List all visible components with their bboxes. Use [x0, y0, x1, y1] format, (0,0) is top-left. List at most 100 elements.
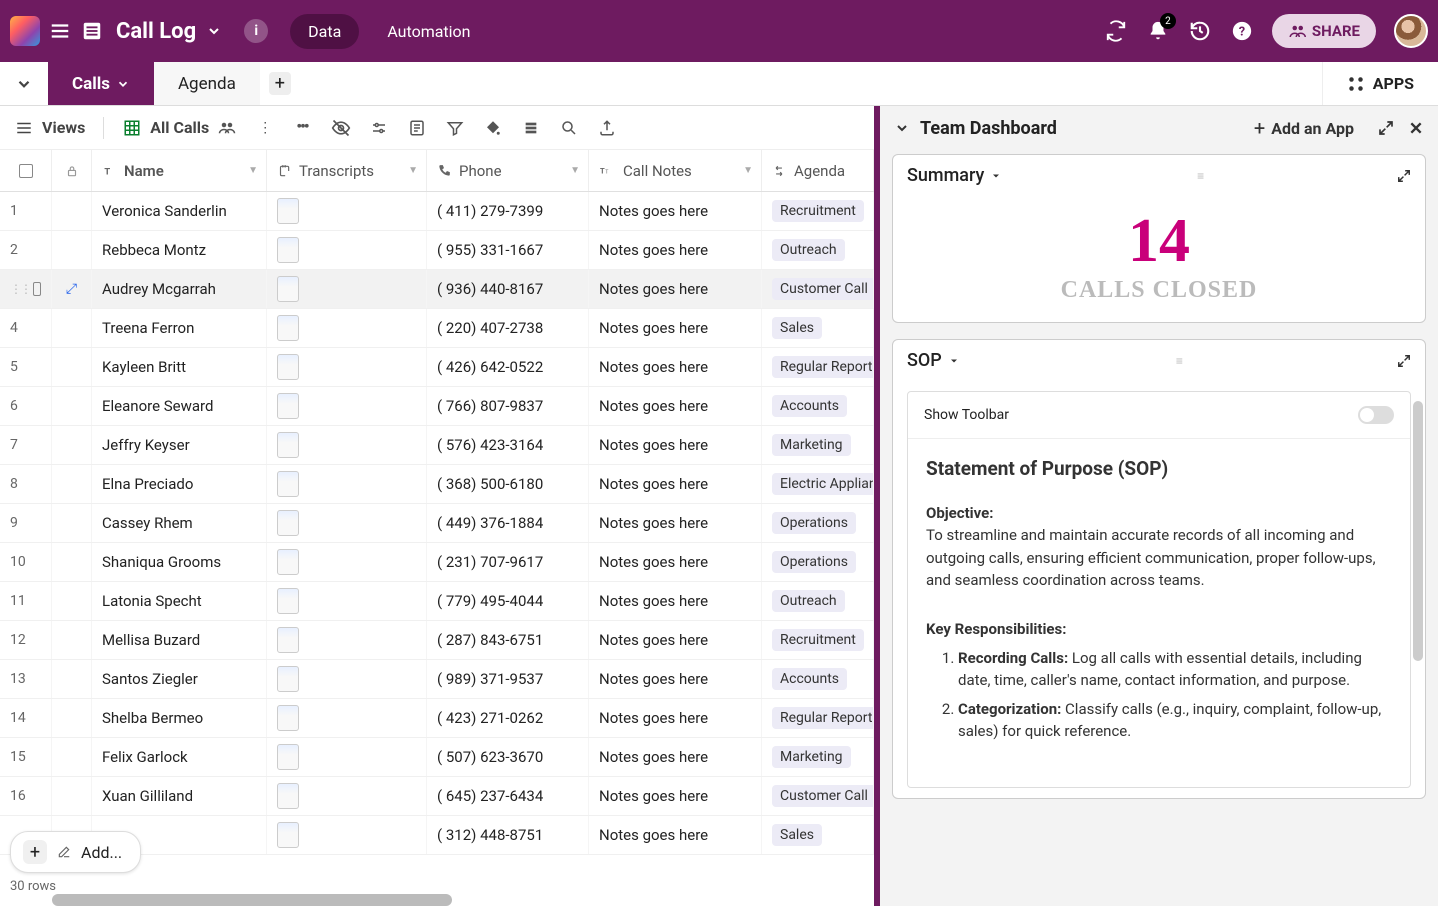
cell-phone[interactable]: ( 766) 807-9837	[427, 387, 589, 425]
app-logo-icon[interactable]	[10, 16, 40, 46]
cell-name[interactable]: Latonia Specht	[92, 582, 267, 620]
help-icon[interactable]: ?	[1230, 19, 1254, 43]
row-lock[interactable]	[52, 699, 92, 737]
table-row[interactable]: 13Santos Ziegler( 989) 371-9537Notes goe…	[0, 660, 874, 699]
cell-agenda[interactable]: Outreach	[762, 582, 874, 620]
cell-phone[interactable]: ( 287) 843-6751	[427, 621, 589, 659]
cell-agenda[interactable]: Customer Call	[762, 777, 874, 815]
row-index[interactable]: 12	[0, 621, 52, 659]
row-lock[interactable]	[52, 348, 92, 386]
doc-icon[interactable]	[277, 627, 299, 653]
expand-row-icon[interactable]: ⤢	[66, 281, 77, 297]
table-row[interactable]: 7Jeffry Keyser( 576) 423-3164Notes goes …	[0, 426, 874, 465]
cell-phone[interactable]: ( 936) 440-8167	[427, 270, 589, 308]
hamburger-icon[interactable]	[48, 19, 72, 43]
cell-name[interactable]: Kayleen Britt	[92, 348, 267, 386]
cell-name[interactable]: Audrey Mcgarrah	[92, 270, 267, 308]
table-row[interactable]: 14Shelba Bermeo( 423) 271-0262Notes goes…	[0, 699, 874, 738]
cell-transcripts[interactable]	[267, 309, 427, 347]
row-index[interactable]: 13	[0, 660, 52, 698]
cell-notes[interactable]: Notes goes here	[589, 387, 762, 425]
sop-scrollbar[interactable]	[1413, 401, 1423, 661]
cell-notes[interactable]: Notes goes here	[589, 192, 762, 230]
cell-transcripts[interactable]	[267, 231, 427, 269]
adjust-icon[interactable]	[369, 118, 389, 138]
bell-icon[interactable]: 2	[1146, 19, 1170, 43]
doc-icon[interactable]	[277, 276, 299, 302]
table-row[interactable]: 9Cassey Rhem( 449) 376-1884Notes goes he…	[0, 504, 874, 543]
column-agenda[interactable]: Agenda	[762, 150, 874, 191]
doc-icon[interactable]	[277, 315, 299, 341]
filter-icon[interactable]	[445, 118, 465, 138]
row-lock[interactable]	[52, 543, 92, 581]
cell-notes[interactable]: Notes goes here	[589, 816, 762, 854]
row-index[interactable]: 2	[0, 231, 52, 269]
cell-agenda[interactable]: Sales	[762, 309, 874, 347]
cell-name[interactable]: Shelba Bermeo	[92, 699, 267, 737]
cell-name[interactable]: Cassey Rhem	[92, 504, 267, 542]
cell-agenda[interactable]: Accounts	[762, 387, 874, 425]
row-index[interactable]: 8	[0, 465, 52, 503]
cell-notes[interactable]: Notes goes here	[589, 543, 762, 581]
table-row[interactable]: 6Eleanore Seward( 766) 807-9837Notes goe…	[0, 387, 874, 426]
doc-icon[interactable]	[277, 549, 299, 575]
cell-agenda[interactable]: Customer Call	[762, 270, 874, 308]
doc-icon[interactable]	[277, 237, 299, 263]
row-index[interactable]: 9	[0, 504, 52, 542]
table-row[interactable]: 11Latonia Specht( 779) 495-4044Notes goe…	[0, 582, 874, 621]
cell-name[interactable]: Veronica Sanderlin	[92, 192, 267, 230]
column-phone[interactable]: Phone▼	[427, 150, 589, 191]
drag-handle-icon[interactable]: ≡	[1197, 169, 1202, 183]
cell-transcripts[interactable]	[267, 699, 427, 737]
doc-icon[interactable]	[277, 354, 299, 380]
cell-agenda[interactable]: Operations	[762, 543, 874, 581]
show-toolbar-toggle[interactable]	[1358, 406, 1394, 424]
row-height-icon[interactable]	[521, 118, 541, 138]
cell-notes[interactable]: Notes goes here	[589, 270, 762, 308]
kebab-icon[interactable]: ⋮	[255, 118, 275, 138]
collapse-side-icon[interactable]	[894, 120, 910, 136]
tab-agenda[interactable]: Agenda	[154, 62, 260, 105]
row-index[interactable]: 16	[0, 777, 52, 815]
doc-icon[interactable]	[277, 705, 299, 731]
row-index[interactable]: 11	[0, 582, 52, 620]
doc-icon[interactable]	[277, 510, 299, 536]
row-lock[interactable]	[52, 777, 92, 815]
doc-icon[interactable]	[277, 744, 299, 770]
cell-name[interactable]: Jeffry Keyser	[92, 426, 267, 464]
cell-transcripts[interactable]	[267, 426, 427, 464]
row-lock[interactable]	[52, 621, 92, 659]
workspace-title[interactable]: Call Log	[116, 19, 196, 44]
data-tab-button[interactable]: Data	[290, 14, 359, 49]
column-name[interactable]: T Name▼	[92, 150, 267, 191]
form-icon[interactable]	[407, 118, 427, 138]
table-row[interactable]: 2Rebbeca Montz( 955) 331-1667Notes goes …	[0, 231, 874, 270]
table-row[interactable]: 10Shaniqua Grooms( 231) 707-9617Notes go…	[0, 543, 874, 582]
row-lock[interactable]	[52, 231, 92, 269]
cell-transcripts[interactable]	[267, 543, 427, 581]
cell-phone[interactable]: ( 989) 371-9537	[427, 660, 589, 698]
row-index[interactable]: 14	[0, 699, 52, 737]
cell-agenda[interactable]: Marketing	[762, 738, 874, 776]
row-index[interactable]: 7	[0, 426, 52, 464]
row-lock[interactable]	[52, 465, 92, 503]
tab-calls[interactable]: Calls	[48, 62, 154, 105]
cell-transcripts[interactable]	[267, 621, 427, 659]
cell-transcripts[interactable]	[267, 192, 427, 230]
cell-agenda[interactable]: Regular Report	[762, 348, 874, 386]
add-tab-button[interactable]: +	[260, 62, 300, 105]
row-index[interactable]: 10	[0, 543, 52, 581]
info-icon[interactable]: i	[244, 19, 268, 43]
cell-agenda[interactable]: Regular Report	[762, 699, 874, 737]
cell-agenda[interactable]: Recruitment	[762, 192, 874, 230]
collapse-tabs-icon[interactable]	[0, 62, 48, 105]
table-row[interactable]: 1Veronica Sanderlin( 411) 279-7399Notes …	[0, 192, 874, 231]
doc-icon[interactable]	[277, 432, 299, 458]
people-icon[interactable]	[217, 118, 237, 138]
doc-icon[interactable]	[277, 666, 299, 692]
cell-phone[interactable]: ( 507) 623-3670	[427, 738, 589, 776]
cell-agenda[interactable]: Operations	[762, 504, 874, 542]
cell-name[interactable]: Santos Ziegler	[92, 660, 267, 698]
cell-name[interactable]: Eleanore Seward	[92, 387, 267, 425]
cell-transcripts[interactable]	[267, 738, 427, 776]
